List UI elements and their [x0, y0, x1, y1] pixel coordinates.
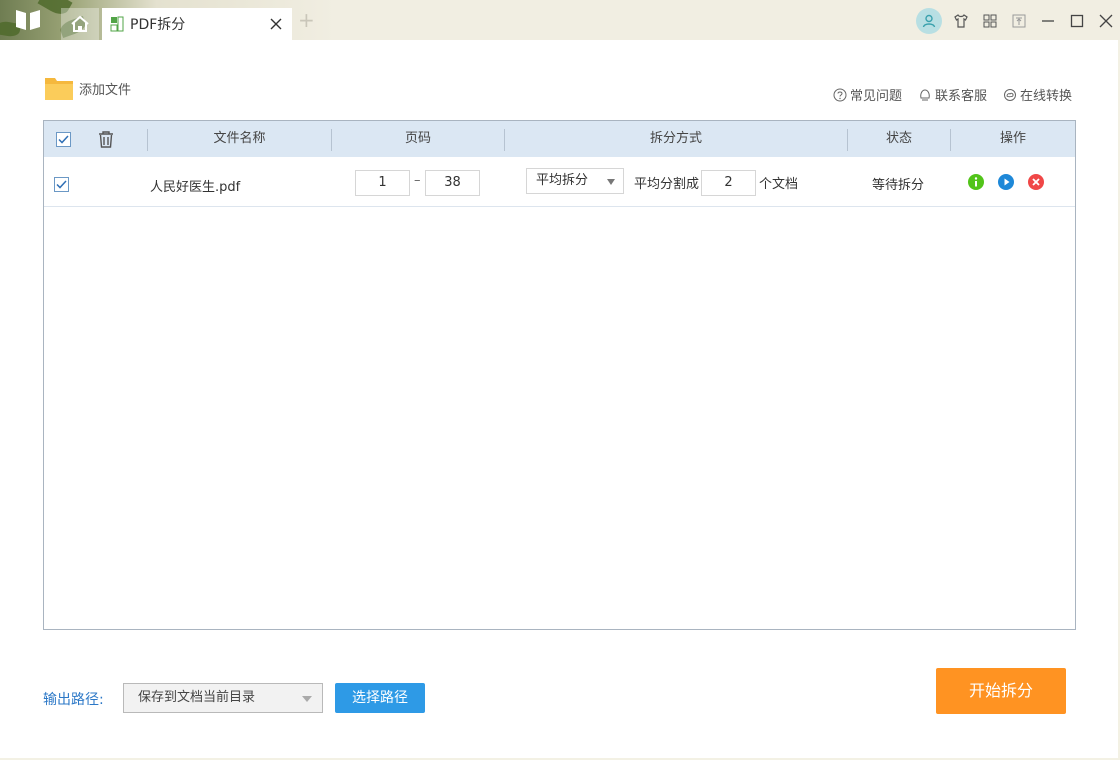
start-split-button[interactable]: 开始拆分 — [936, 668, 1066, 714]
maximize-button[interactable] — [1062, 9, 1091, 33]
online-convert-label: 在线转换 — [1019, 89, 1072, 104]
output-path-label: 输出路径: — [43, 692, 104, 708]
split-count-input[interactable]: 2 — [701, 170, 756, 196]
tab-title: PDF拆分 — [130, 17, 186, 33]
info-icon[interactable] — [968, 174, 984, 190]
faq-link[interactable]: 常见问题 — [833, 85, 902, 104]
main-panel: 添加文件 常见问题 联系客服 在线转换 文件名称 页码 拆分方式 状态 操作 人… — [0, 40, 1118, 758]
cloud-convert-icon — [1003, 88, 1016, 101]
header-filename: 文件名称 — [213, 131, 266, 146]
skin-shirt-icon[interactable] — [946, 9, 975, 33]
play-icon[interactable] — [998, 174, 1014, 190]
output-path-select[interactable]: 保存到文档当前目录 — [123, 683, 323, 713]
page-from-input[interactable]: 1 — [355, 170, 410, 196]
table-row: 人民好医生.pdf 1 – 38 平均拆分 平均分割成 2 个文档 等待拆分 — [44, 157, 1075, 207]
user-avatar-icon[interactable] — [916, 8, 942, 34]
table-header: 文件名称 页码 拆分方式 状态 操作 — [44, 121, 1075, 157]
new-tab-button[interactable]: + — [298, 10, 316, 30]
row-checkbox[interactable] — [54, 177, 69, 192]
header-split-mode: 拆分方式 — [649, 131, 702, 146]
split-mode-value: 平均拆分 — [536, 173, 589, 188]
choose-path-button[interactable]: 选择路径 — [335, 683, 425, 713]
page-to-input[interactable]: 38 — [425, 170, 480, 196]
add-file-button[interactable]: 添加文件 — [44, 75, 131, 101]
online-convert-link[interactable]: 在线转换 — [1003, 85, 1072, 104]
split-prefix-label: 平均分割成 — [634, 177, 700, 192]
pdf-split-icon — [110, 16, 124, 32]
contact-support-label: 联系客服 — [934, 89, 987, 104]
trash-icon[interactable] — [97, 130, 115, 148]
check-icon — [58, 135, 69, 144]
select-all-checkbox[interactable] — [56, 132, 71, 147]
add-file-label: 添加文件 — [79, 82, 132, 98]
top-links: 常见问题 联系客服 在线转换 — [817, 85, 1072, 104]
window-controls — [916, 8, 1120, 34]
home-icon — [71, 15, 89, 32]
row-status: 等待拆分 — [872, 178, 925, 193]
app-logo-icon — [14, 8, 42, 32]
delete-icon[interactable] — [1028, 174, 1044, 190]
header-status: 状态 — [885, 131, 912, 146]
header-actions: 操作 — [999, 131, 1026, 146]
split-mode-select[interactable]: 平均拆分 — [526, 168, 624, 194]
header-pages: 页码 — [404, 131, 431, 146]
dropdown-arrow-icon — [607, 179, 615, 185]
folder-icon — [45, 78, 73, 100]
close-tab-icon[interactable] — [268, 16, 284, 32]
file-table: 文件名称 页码 拆分方式 状态 操作 人民好医生.pdf 1 – 38 平均拆分… — [43, 120, 1076, 630]
output-path-value: 保存到文档当前目录 — [138, 690, 256, 705]
page-range-dash: – — [414, 173, 421, 188]
split-suffix-label: 个文档 — [759, 177, 799, 192]
title-bar: PDF拆分 + — [0, 0, 1120, 40]
headset-icon — [920, 88, 930, 100]
question-circle-icon — [833, 88, 847, 101]
home-tab[interactable] — [61, 8, 99, 40]
pin-window-icon[interactable] — [1004, 9, 1033, 33]
minimize-button[interactable] — [1033, 9, 1062, 33]
faq-label: 常见问题 — [849, 89, 902, 104]
dropdown-arrow-icon — [302, 696, 312, 702]
grid-menu-icon[interactable] — [975, 9, 1004, 33]
close-window-button[interactable] — [1091, 9, 1120, 33]
contact-support-link[interactable]: 联系客服 — [918, 85, 987, 104]
check-icon — [56, 180, 67, 189]
row-filename: 人民好医生.pdf — [150, 180, 241, 195]
tab-pdf-split[interactable]: PDF拆分 — [102, 8, 292, 40]
